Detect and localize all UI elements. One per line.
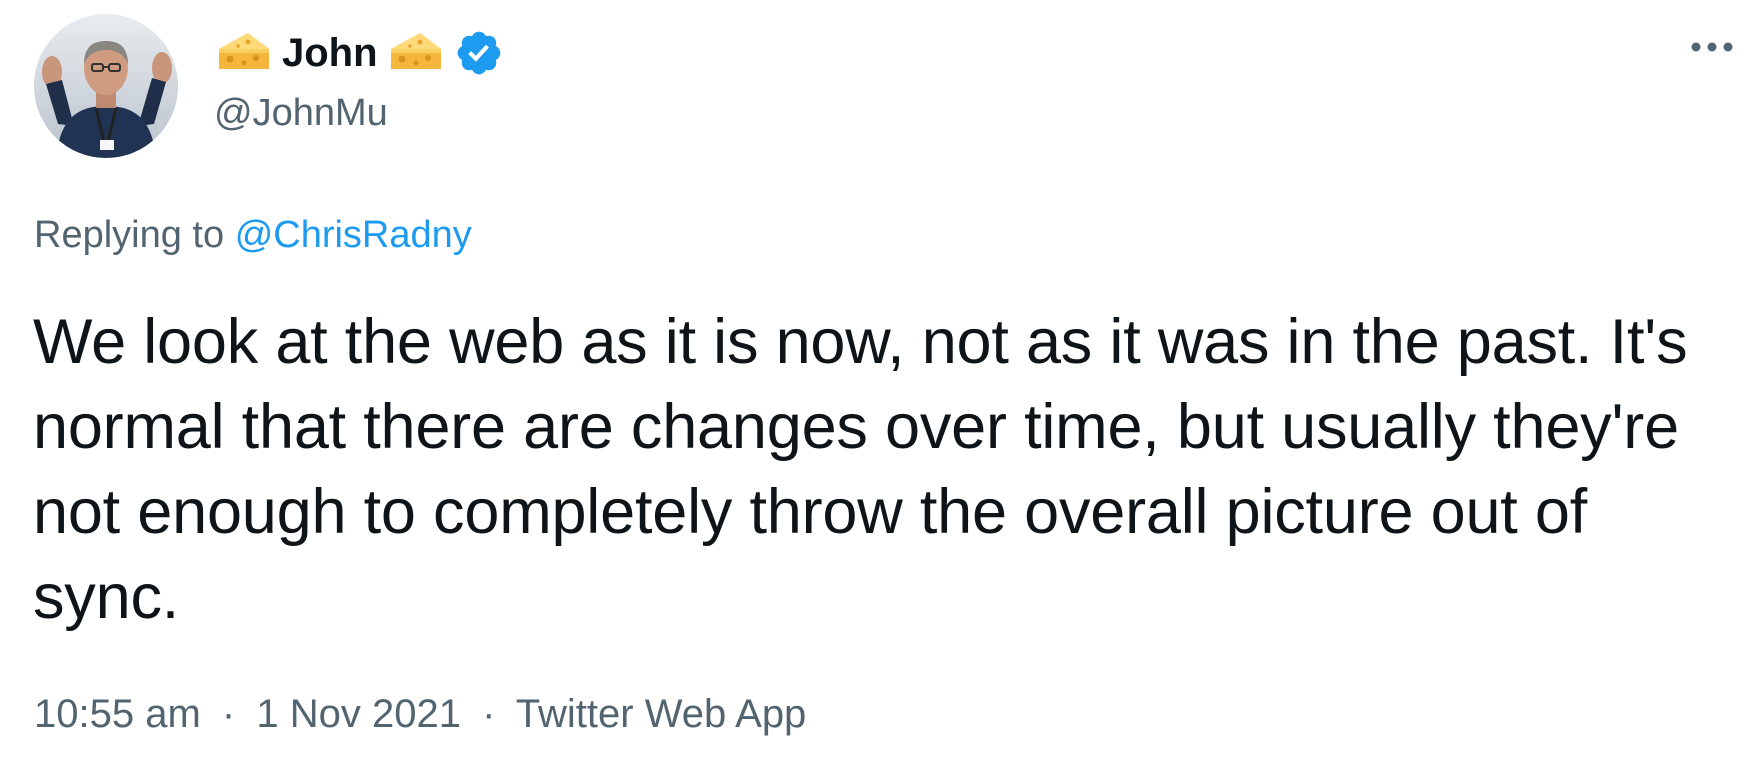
verified-badge-icon[interactable] <box>454 28 504 78</box>
avatar[interactable] <box>34 14 178 158</box>
more-options-button[interactable] <box>1682 30 1742 70</box>
tweet-meta: 10:55 am · 1 Nov 2021 · Twitter Web App <box>34 690 806 738</box>
cheese-icon <box>216 29 272 77</box>
replying-to-line: Replying to @ChrisRadny <box>34 212 472 258</box>
replying-to-label: Replying to <box>34 214 225 256</box>
more-horizontal-icon <box>1682 42 1742 74</box>
tweet-date-link[interactable]: 1 Nov 2021 <box>256 692 461 736</box>
author-name-row[interactable]: John <box>216 22 504 84</box>
author-handle[interactable]: @JohnMu <box>214 90 388 136</box>
tweet-card: John @JohnMu Replying to @ChrisRadny We … <box>0 0 1758 777</box>
meta-separator: · <box>482 692 496 736</box>
tweet-time-link[interactable]: 10:55 am <box>34 692 201 736</box>
cheese-icon <box>388 29 444 77</box>
avatar-photo <box>34 14 178 158</box>
reply-to-handle-link[interactable]: @ChrisRadny <box>235 214 472 256</box>
tweet-source-link[interactable]: Twitter Web App <box>516 692 807 736</box>
author-display-name[interactable]: John <box>282 29 378 77</box>
meta-separator: · <box>221 692 236 736</box>
tweet-text: We look at the web as it is now, not as … <box>33 307 1688 632</box>
